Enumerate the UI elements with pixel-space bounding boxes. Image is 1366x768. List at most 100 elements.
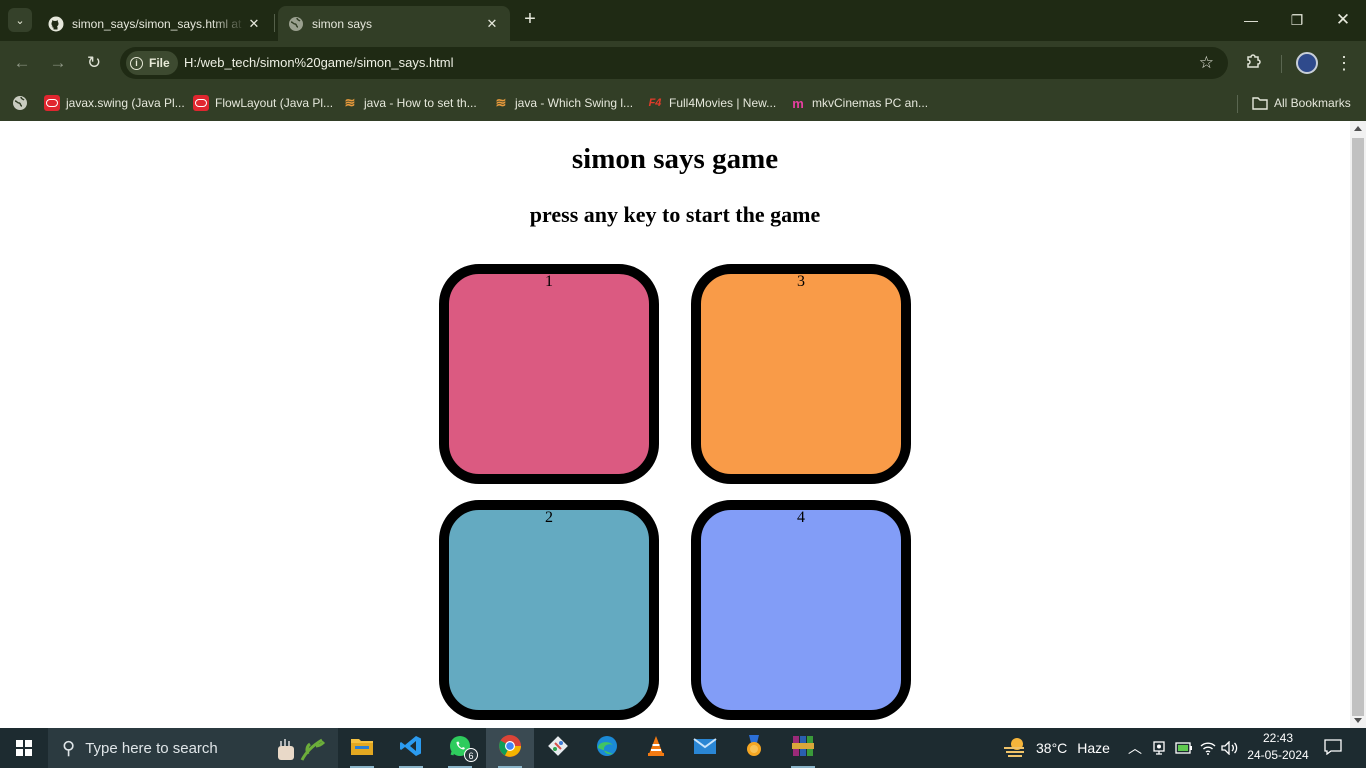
f4-icon: F4	[648, 97, 662, 109]
scroll-down-arrow-icon[interactable]	[1354, 718, 1362, 723]
chevron-down-icon: ⌄	[15, 14, 25, 27]
oracle-icon	[44, 95, 60, 111]
info-icon: i	[130, 56, 143, 70]
minimize-button[interactable]: —	[1228, 0, 1274, 40]
taskbar-clock[interactable]: 22:43 24-05-2024	[1236, 730, 1320, 764]
chrome-icon	[498, 734, 522, 763]
start-button[interactable]	[0, 728, 48, 768]
button-number: 3	[797, 273, 805, 290]
scrollbar-thumb[interactable]	[1352, 138, 1364, 716]
notification-badge: 6	[464, 748, 478, 762]
url-text[interactable]: H:/web_tech/simon%20game/simon_says.html	[184, 55, 454, 70]
globe-icon	[288, 16, 304, 32]
wifi-icon[interactable]	[1200, 728, 1216, 768]
taskbar-whatsapp[interactable]: 6	[436, 728, 484, 768]
scroll-up-arrow-icon[interactable]	[1354, 126, 1362, 131]
forward-button[interactable]: →	[44, 49, 72, 77]
notification-icon	[1324, 738, 1342, 758]
tab-divider	[274, 14, 275, 32]
game-status: press any key to start the game	[529, 202, 821, 227]
stackoverflow-icon: ≋	[344, 95, 356, 110]
all-bookmarks-button[interactable]: All Bookmarks	[1252, 93, 1351, 113]
clock-time: 22:43	[1262, 731, 1294, 745]
page-viewport: simon says game press any key to start t…	[0, 121, 1350, 728]
close-icon[interactable]: ✕	[484, 16, 500, 32]
windows-taskbar: ⚲ Type here to search 6 38°C Haze ︿ 22:4…	[0, 728, 1366, 768]
meet-now-icon[interactable]	[1152, 728, 1166, 768]
apps-shortcut[interactable]	[12, 93, 34, 113]
tab-title: simon_says/simon_says.html at	[72, 16, 242, 31]
bookmark-label: javax.swing (Java Pl...	[66, 96, 185, 110]
bookmark-item[interactable]: F4 Full4Movies | New...	[647, 93, 777, 113]
menu-button[interactable]: ⋮	[1330, 49, 1358, 77]
taskbar-chrome[interactable]	[486, 728, 534, 768]
button-number: 1	[545, 273, 553, 290]
mkv-icon: m	[792, 95, 804, 111]
reload-button[interactable]: ↻	[80, 49, 108, 77]
bookmark-item[interactable]: ≋ java - How to set th...	[342, 93, 477, 113]
bookmark-label: FlowLayout (Java Pl...	[215, 96, 334, 110]
edge-icon	[595, 734, 619, 763]
mail-icon	[693, 736, 717, 761]
globe-icon	[12, 95, 28, 111]
taskbar-vscode[interactable]	[387, 728, 435, 768]
arrow-right-icon: →	[49, 53, 67, 72]
more-vert-icon: ⋮	[1335, 52, 1353, 73]
simon-button-3[interactable]: 3	[691, 264, 911, 484]
minimize-icon: —	[1244, 12, 1258, 28]
close-icon: ✕	[1335, 10, 1351, 29]
site-info-label: File	[149, 56, 170, 70]
battery-icon[interactable]	[1175, 728, 1193, 768]
close-icon[interactable]: ✕	[246, 16, 262, 32]
simon-button-1[interactable]: 1	[439, 264, 659, 484]
taskbar-winrar[interactable]	[779, 728, 827, 768]
simon-button-4[interactable]: 4	[691, 500, 911, 720]
bookmark-item[interactable]: ≋ java - Which Swing l...	[493, 93, 634, 113]
restore-icon: ❐	[1290, 11, 1304, 28]
taskbar-search[interactable]: ⚲ Type here to search	[48, 728, 338, 768]
profile-button[interactable]	[1293, 49, 1321, 77]
clock-date: 24-05-2024	[1247, 748, 1309, 762]
show-hidden-icons-button[interactable]: ︿	[1128, 728, 1142, 768]
oracle-icon	[193, 95, 209, 111]
search-placeholder: Type here to search	[85, 739, 218, 757]
site-info-chip[interactable]: i File	[126, 51, 178, 75]
taskbar-git[interactable]	[534, 728, 582, 768]
taskbar-file-explorer[interactable]	[338, 728, 386, 768]
bookmark-label: java - Which Swing l...	[515, 96, 634, 110]
bookmark-label: Full4Movies | New...	[669, 96, 777, 110]
back-button[interactable]: ←	[8, 49, 36, 77]
restore-button[interactable]: ❐	[1274, 0, 1320, 40]
search-highlight-icon	[272, 732, 332, 764]
taskbar-edge[interactable]	[583, 728, 631, 768]
weather-widget[interactable]: 38°C Haze	[1002, 728, 1110, 768]
tab-github[interactable]: simon_says/simon_says.html at ✕	[38, 6, 272, 41]
tab-simon-says[interactable]: simon says ✕	[278, 6, 510, 41]
bookmark-item[interactable]: FlowLayout (Java Pl...	[193, 93, 333, 113]
notifications-button[interactable]	[1324, 728, 1342, 768]
extensions-button[interactable]	[1240, 49, 1268, 77]
bookmark-label: mkvCinemas PC an...	[812, 96, 929, 110]
folder-icon	[1252, 95, 1268, 111]
taskbar-vlc[interactable]	[632, 728, 680, 768]
arrow-left-icon: ←	[13, 53, 31, 72]
vertical-scrollbar[interactable]	[1350, 121, 1366, 728]
taskbar-mail[interactable]	[681, 728, 729, 768]
search-icon: ⚲	[62, 737, 76, 758]
page-title: simon says game	[571, 143, 779, 175]
address-bar[interactable]: i File H:/web_tech/simon%20game/simon_sa…	[120, 47, 1228, 79]
bookmark-item[interactable]: m mkvCinemas PC an...	[790, 93, 928, 113]
github-icon	[48, 16, 64, 32]
file-explorer-icon	[350, 736, 374, 761]
weather-temp: 38°C	[1036, 740, 1068, 756]
weather-condition: Haze	[1077, 740, 1110, 756]
taskbar-app[interactable]	[730, 728, 778, 768]
close-window-button[interactable]: ✕	[1320, 0, 1366, 40]
avatar	[1296, 52, 1318, 74]
bookmark-star-icon[interactable]: ☆	[1199, 53, 1214, 73]
bookmark-item[interactable]: javax.swing (Java Pl...	[44, 93, 185, 113]
simon-button-2[interactable]: 2	[439, 500, 659, 720]
tab-search-button[interactable]: ⌄	[8, 8, 32, 32]
vscode-icon	[399, 734, 423, 763]
new-tab-button[interactable]: +	[518, 8, 542, 32]
